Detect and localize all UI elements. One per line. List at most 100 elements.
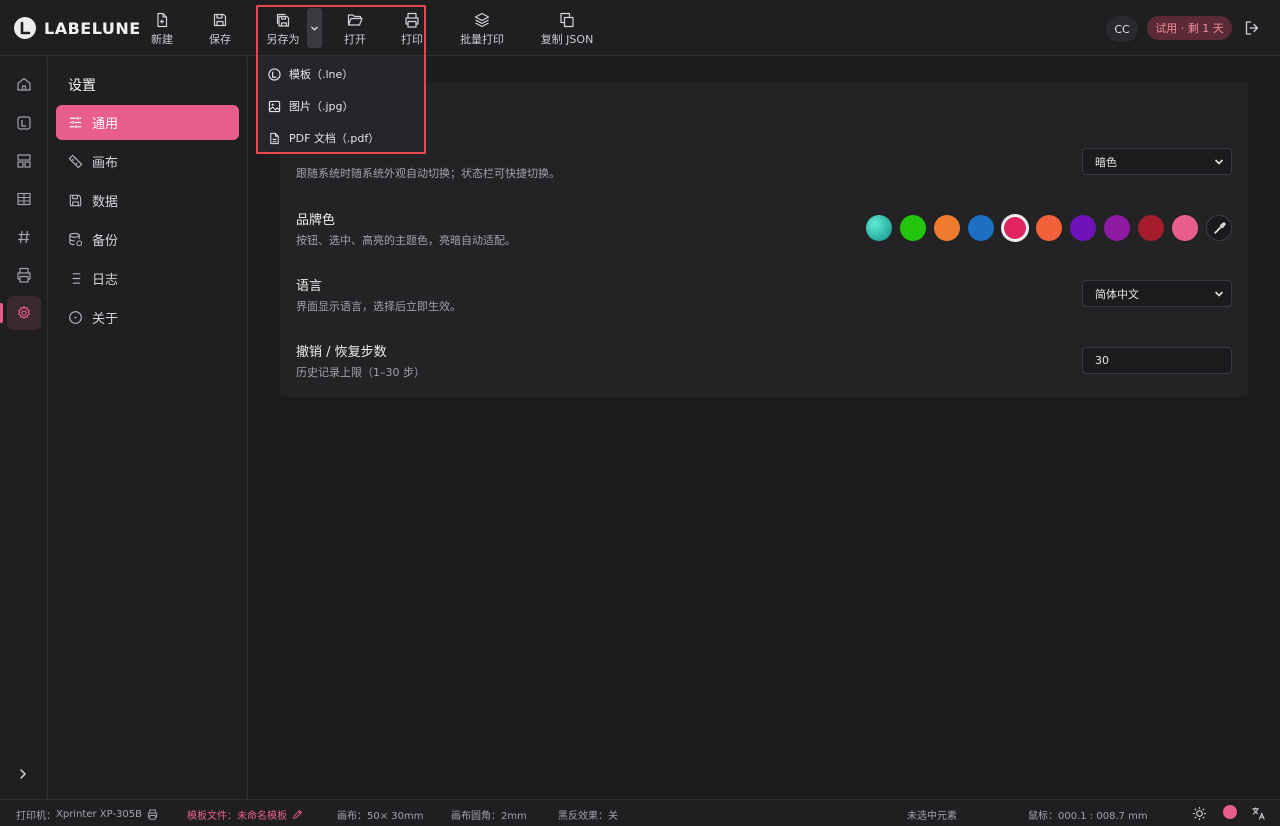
color-swatch[interactable] bbox=[968, 215, 994, 241]
logout-icon[interactable] bbox=[1244, 20, 1260, 36]
appearance-select-value: 暗色 bbox=[1095, 155, 1117, 169]
nav-item-general[interactable]: 通用 bbox=[56, 105, 239, 140]
chevron-down-icon bbox=[311, 26, 318, 31]
printer-icon bbox=[405, 12, 419, 28]
save-label: 保存 bbox=[209, 33, 231, 46]
save-as-label: 另存为 bbox=[266, 33, 300, 46]
nav-item-label: 画布 bbox=[92, 156, 119, 171]
save-as-button[interactable]: 另存为 bbox=[264, 10, 302, 48]
translate-icon[interactable] bbox=[1251, 806, 1266, 821]
color-picker-button[interactable] bbox=[1206, 215, 1232, 241]
printer-status-label: 打印机： bbox=[16, 811, 56, 822]
rail-active-indicator bbox=[0, 303, 3, 323]
settings-content: 跟随系统时随系统外观自动切换；状态栏可快捷切换。 暗色 品牌色 按钮、选中、高亮… bbox=[248, 57, 1280, 799]
chevron-right-icon[interactable] bbox=[14, 765, 32, 783]
ruler-icon bbox=[68, 154, 83, 169]
print-button[interactable]: 打印 bbox=[400, 10, 424, 48]
color-swatch[interactable] bbox=[866, 215, 892, 241]
nav-item-canvas[interactable]: 画布 bbox=[56, 144, 239, 179]
nav-item-label: 数据 bbox=[92, 195, 119, 210]
undo-steps-description: 历史记录上限（1–30 步） bbox=[296, 366, 425, 379]
nav-item-backup[interactable]: 备份 bbox=[56, 222, 239, 257]
gear-icon bbox=[17, 305, 31, 319]
batch-print-button[interactable]: 批量打印 bbox=[458, 10, 506, 48]
home-icon bbox=[17, 77, 31, 91]
brand-color-title: 品牌色 bbox=[296, 213, 336, 228]
logo-icon bbox=[14, 17, 36, 39]
rail-serial[interactable] bbox=[7, 220, 41, 254]
save-icon bbox=[69, 194, 82, 207]
open-button[interactable]: 打开 bbox=[342, 10, 368, 48]
print-label: 打印 bbox=[401, 33, 423, 46]
chevron-down-icon bbox=[1215, 291, 1223, 297]
language-select-value: 简体中文 bbox=[1095, 287, 1139, 301]
rail-templates[interactable] bbox=[7, 106, 41, 140]
nav-item-label: 关于 bbox=[92, 312, 119, 327]
new-button[interactable]: 新建 bbox=[150, 10, 174, 48]
template-file-value: 未命名模板 bbox=[237, 811, 287, 822]
file-plus-icon bbox=[157, 12, 168, 28]
color-swatch[interactable] bbox=[1036, 215, 1062, 241]
rail-tables[interactable] bbox=[7, 182, 41, 216]
chevron-down-icon bbox=[1215, 159, 1223, 165]
copy-json-label: 复制 JSON bbox=[540, 33, 594, 46]
nav-item-data[interactable]: 数据 bbox=[56, 183, 239, 218]
printer-status-value: Xprinter XP-305B bbox=[56, 809, 143, 820]
database-icon bbox=[69, 232, 83, 247]
open-label: 打开 bbox=[344, 33, 366, 46]
color-swatch[interactable] bbox=[900, 215, 926, 241]
save-button[interactable]: 保存 bbox=[208, 10, 232, 48]
table-icon bbox=[17, 192, 31, 206]
pencil-icon bbox=[293, 810, 302, 819]
settings-title: 设置 bbox=[68, 78, 96, 94]
rail-home[interactable] bbox=[7, 67, 41, 101]
invert-status: 黑反效果：关 bbox=[558, 811, 618, 822]
selection-status: 未选中元素 bbox=[907, 811, 957, 822]
appearance-select[interactable]: 暗色 bbox=[1082, 148, 1232, 175]
color-swatch[interactable] bbox=[1172, 215, 1198, 241]
nav-item-logs[interactable]: 日志 bbox=[56, 261, 239, 296]
sliders-icon bbox=[69, 116, 82, 129]
icon-rail bbox=[0, 57, 48, 799]
save-as-menu: 模板（.lne） 图片（.jpg） PDF 文档（.pdf） bbox=[258, 56, 424, 152]
folder-open-icon bbox=[347, 14, 363, 26]
color-swatch[interactable] bbox=[1070, 215, 1096, 241]
batch-print-label: 批量打印 bbox=[460, 33, 504, 46]
layers-icon bbox=[474, 12, 490, 28]
canvas-corner-status: 画布圆角：2mm bbox=[451, 811, 527, 822]
save-as-icon bbox=[276, 13, 290, 27]
brand-color-indicator[interactable] bbox=[1223, 805, 1237, 819]
copy-json-button[interactable]: 复制 JSON bbox=[538, 10, 596, 48]
save-as-dropdown-toggle[interactable] bbox=[307, 8, 322, 48]
copy-icon bbox=[560, 12, 574, 28]
sun-icon[interactable] bbox=[1192, 806, 1207, 821]
color-swatch[interactable] bbox=[1138, 215, 1164, 241]
template-file-status[interactable]: 模板文件： 未命名模板 bbox=[187, 807, 303, 822]
color-swatch[interactable] bbox=[1104, 215, 1130, 241]
color-swatch[interactable] bbox=[934, 215, 960, 241]
save-as-image-item[interactable]: 图片（.jpg） bbox=[268, 96, 354, 116]
rail-printer[interactable] bbox=[7, 258, 41, 292]
trial-badge[interactable]: 试用 · 剩 1 天 bbox=[1147, 16, 1232, 40]
image-icon bbox=[268, 100, 281, 112]
printer-status[interactable]: 打印机： Xprinter XP-305B bbox=[16, 807, 158, 822]
color-swatch[interactable] bbox=[1002, 215, 1028, 241]
language-title: 语言 bbox=[296, 279, 323, 294]
language-select[interactable]: 简体中文 bbox=[1082, 280, 1232, 307]
mouse-position-status: 鼠标：000.1 : 008.7 mm bbox=[1028, 811, 1148, 822]
rail-settings[interactable] bbox=[7, 296, 41, 330]
save-as-pdf-item[interactable]: PDF 文档（.pdf） bbox=[268, 128, 379, 148]
eyedropper-icon bbox=[1213, 221, 1226, 234]
list-icon bbox=[72, 273, 81, 284]
nav-item-about[interactable]: 关于 bbox=[56, 300, 239, 335]
save-as-template-item[interactable]: 模板（.lne） bbox=[268, 64, 353, 84]
brand-color-description: 按钮、选中、高亮的主题色，亮暗自动适配。 bbox=[296, 234, 516, 247]
app-logo[interactable]: LABELUNE bbox=[14, 16, 141, 40]
new-label: 新建 bbox=[151, 33, 173, 46]
undo-steps-input[interactable] bbox=[1082, 347, 1232, 374]
app-name: LABELUNE bbox=[44, 18, 141, 38]
rail-layouts[interactable] bbox=[7, 144, 41, 178]
template-icon bbox=[268, 67, 281, 81]
nav-item-label: 日志 bbox=[92, 273, 119, 288]
user-avatar[interactable]: CC bbox=[1106, 16, 1138, 42]
